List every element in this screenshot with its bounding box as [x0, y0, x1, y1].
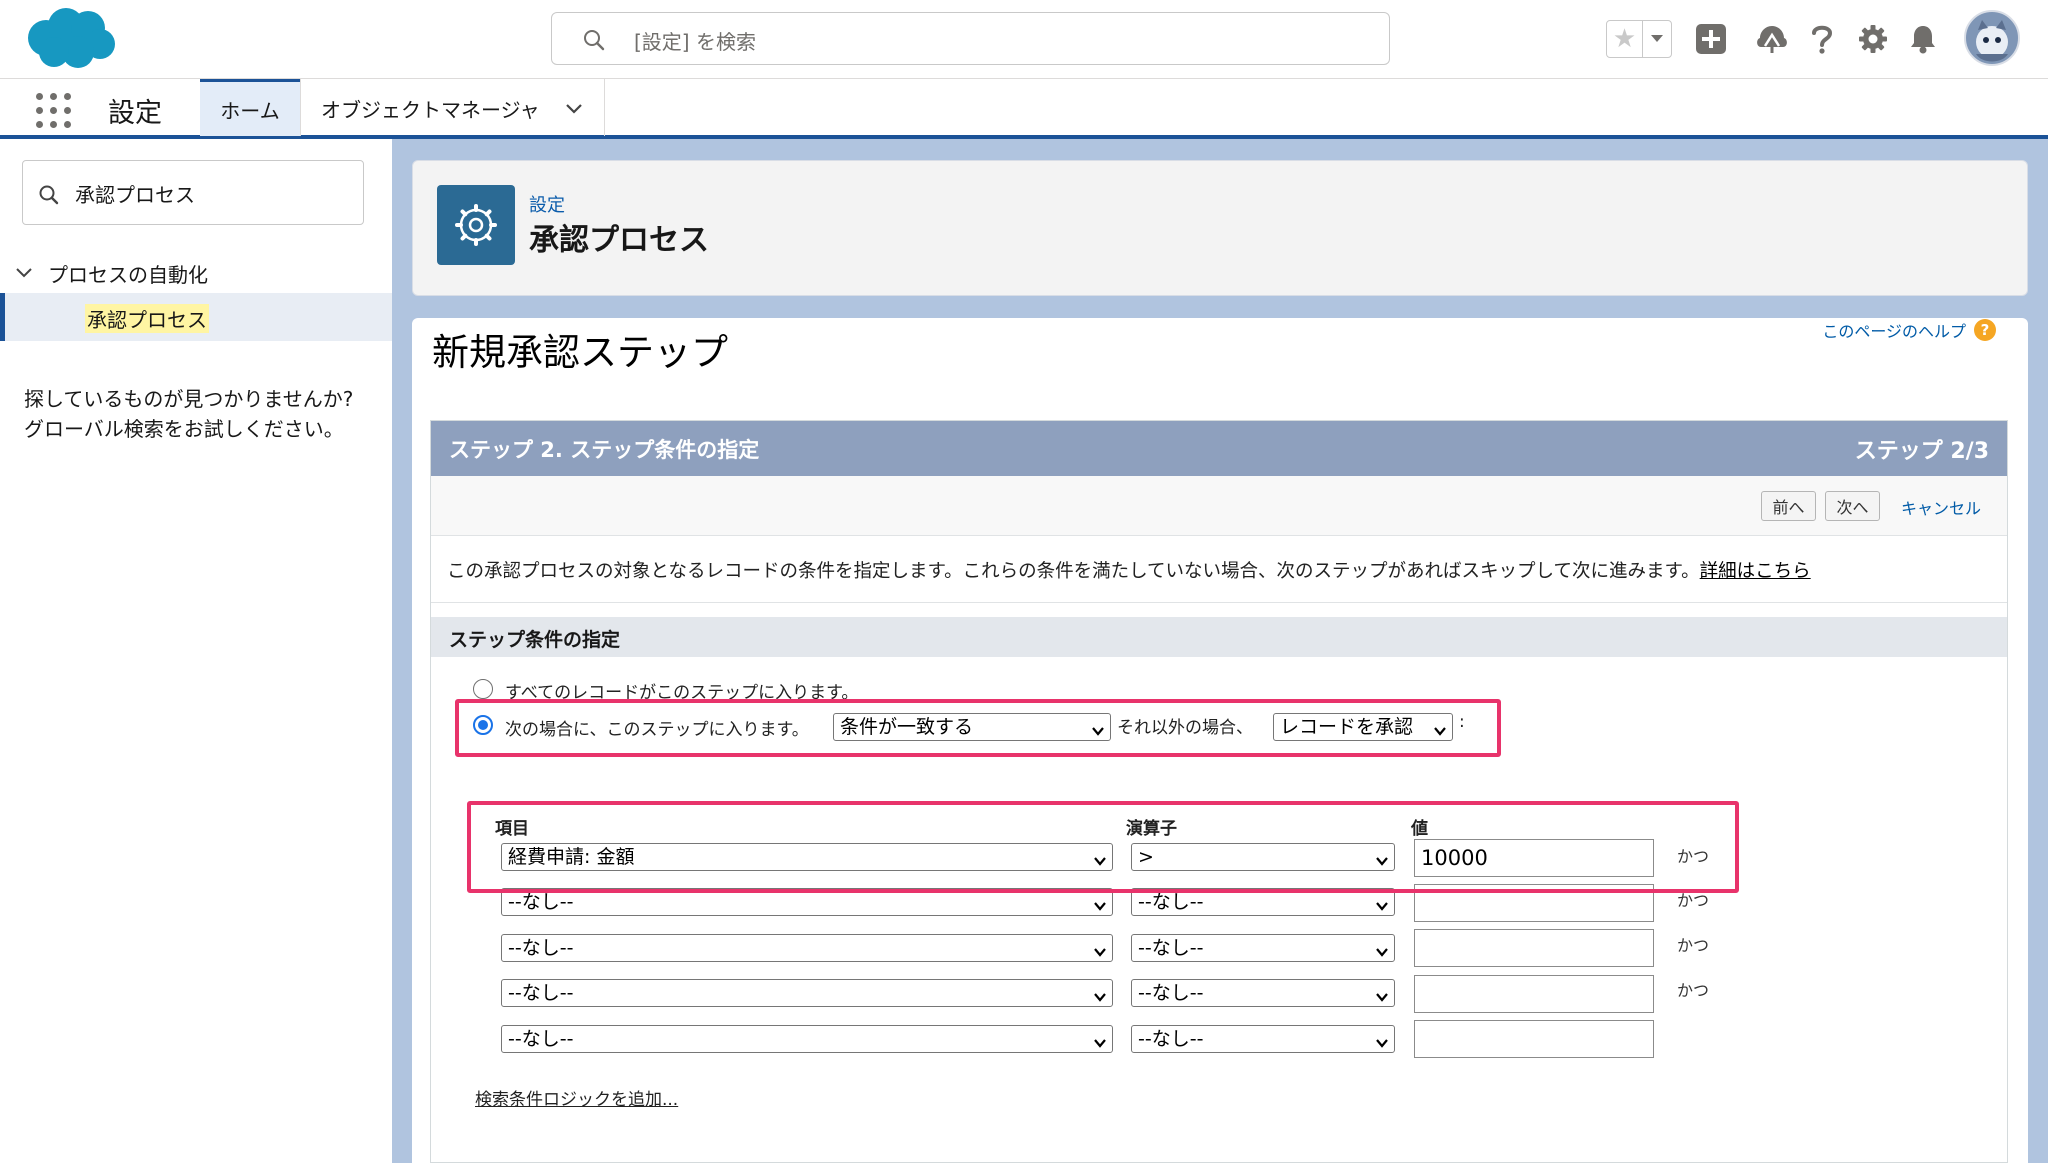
global-header: [設定] を検索 ★	[0, 0, 2048, 78]
tab-home[interactable]: ホーム	[200, 79, 300, 136]
search-icon	[37, 183, 61, 207]
content-panel: 新規承認ステップ このページのヘルプ ? ステップ 2. ステップ条件の指定 ス…	[412, 318, 2028, 1163]
step-title: ステップ 2. ステップ条件の指定	[449, 438, 760, 462]
cancel-link[interactable]: キャンセル	[1901, 495, 1981, 519]
chevron-down-icon	[1092, 941, 1108, 957]
tab-object-manager[interactable]: オブジェクトマネージャ	[300, 79, 605, 136]
conjunction-label: かつ	[1677, 936, 1710, 955]
breadcrumb[interactable]: 設定	[529, 191, 565, 217]
filter-field-select[interactable]: --なし--	[501, 1025, 1113, 1053]
filter-operator-value: --なし--	[1138, 1028, 1204, 1050]
help-icon: ?	[1974, 319, 1996, 341]
tab-object-manager-label: オブジェクトマネージャ	[321, 98, 540, 122]
learn-more-link[interactable]: 詳細はこちら	[1700, 561, 1811, 582]
filter-field-value: --なし--	[508, 1028, 574, 1050]
help-icon[interactable]	[1804, 20, 1840, 58]
favorites-group: ★	[1606, 20, 1672, 58]
quick-find-value: 承認プロセス	[75, 183, 195, 207]
global-search-input[interactable]: [設定] を検索	[551, 12, 1390, 65]
chevron-down-icon	[1092, 986, 1108, 1002]
help-link-label: このページのヘルプ	[1822, 322, 1966, 341]
context-bar: 設定 ホーム オブジェクトマネージャ	[0, 78, 2048, 139]
favorites-dropdown-icon[interactable]	[1643, 21, 1671, 57]
not-found-hint: 探しているものが見つかりませんか? グローバル検索をお試しください。	[24, 384, 374, 444]
filter-value-input[interactable]	[1414, 975, 1654, 1013]
button-bar: 前へ 次へ キャンセル	[431, 476, 2007, 536]
avatar[interactable]	[1964, 10, 2020, 66]
app-name: 設定	[108, 98, 162, 129]
chevron-down-icon	[1374, 895, 1390, 911]
prev-button[interactable]: 前へ	[1761, 491, 1816, 521]
step-box: ステップ 2. ステップ条件の指定 ステップ 2/3 前へ 次へ キャンセル こ…	[430, 420, 2008, 1163]
filter-value-input[interactable]	[1414, 1020, 1654, 1058]
tree-item-approval-processes[interactable]: 承認プロセス	[0, 293, 392, 341]
chevron-down-icon	[1374, 986, 1390, 1002]
gear-icon[interactable]	[1855, 20, 1891, 58]
not-found-line1: 探しているものが見つかりませんか?	[24, 387, 354, 411]
tree-item-process-automation[interactable]: プロセスの自動化	[14, 255, 384, 291]
description-text: この承認プロセスの対象となるレコードの条件を指定します。これらの条件を満たしてい…	[447, 561, 1700, 582]
tree-item-label: プロセスの自動化	[48, 263, 208, 287]
highlight-box-filter-row	[467, 801, 1739, 893]
step-count: ステップ 2/3	[1854, 439, 1989, 464]
section-title: ステップ条件の指定	[449, 629, 621, 651]
filter-field-value: --なし--	[508, 891, 574, 913]
step-header: ステップ 2. ステップ条件の指定 ステップ 2/3	[431, 421, 2007, 476]
star-icon[interactable]: ★	[1607, 21, 1643, 57]
help-link[interactable]: このページのヘルプ ?	[1822, 318, 1996, 342]
add-icon[interactable]	[1693, 20, 1729, 58]
trailhead-icon[interactable]	[1754, 20, 1790, 58]
divider	[431, 602, 2007, 603]
bell-icon[interactable]	[1905, 20, 1941, 58]
chevron-down-icon	[1092, 895, 1108, 911]
highlight-box-criteria	[455, 699, 1501, 757]
filter-operator-select[interactable]: --なし--	[1131, 979, 1395, 1007]
step-description: この承認プロセスの対象となるレコードの条件を指定します。これらの条件を満たしてい…	[447, 557, 1811, 583]
next-button[interactable]: 次へ	[1825, 491, 1880, 521]
salesforce-cloud-logo[interactable]	[24, 6, 118, 72]
chevron-down-icon	[1374, 1032, 1390, 1048]
search-icon	[582, 28, 606, 52]
chevron-down-icon	[1092, 1032, 1108, 1048]
filter-operator-value: --なし--	[1138, 891, 1204, 913]
page-title: 承認プロセス	[529, 223, 709, 258]
content-title: 新規承認ステップ	[432, 331, 728, 374]
filter-field-select[interactable]: --なし--	[501, 979, 1113, 1007]
app-launcher-icon[interactable]	[36, 93, 72, 129]
setup-gear-icon	[437, 185, 515, 265]
quick-find-input[interactable]: 承認プロセス	[22, 160, 364, 225]
filter-field-value: --なし--	[508, 937, 574, 959]
radio-all-records[interactable]	[473, 679, 493, 699]
filter-operator-select[interactable]: --なし--	[1131, 934, 1395, 962]
tree-item-label: 承認プロセス	[85, 304, 209, 333]
conjunction-label: かつ	[1677, 981, 1710, 1000]
filter-field-select[interactable]: --なし--	[501, 934, 1113, 962]
chevron-down-icon[interactable]	[563, 97, 585, 119]
section-header: ステップ条件の指定	[431, 617, 2007, 657]
search-placeholder: [設定] を検索	[634, 30, 756, 54]
page-header: 設定 承認プロセス	[412, 160, 2028, 296]
filter-field-value: --なし--	[508, 982, 574, 1004]
filter-operator-select[interactable]: --なし--	[1131, 1025, 1395, 1053]
add-filter-logic-link[interactable]: 検索条件ロジックを追加...	[475, 1085, 678, 1110]
chevron-down-icon	[1374, 941, 1390, 957]
filter-operator-value: --なし--	[1138, 937, 1204, 959]
filter-operator-value: --なし--	[1138, 982, 1204, 1004]
not-found-line2: グローバル検索をお試しください。	[24, 417, 344, 441]
filter-value-input[interactable]	[1414, 929, 1654, 967]
chevron-down-icon[interactable]	[14, 263, 34, 283]
setup-sidebar: 承認プロセス プロセスの自動化 承認プロセス 探しているものが見つかりませんか?…	[0, 139, 392, 1163]
